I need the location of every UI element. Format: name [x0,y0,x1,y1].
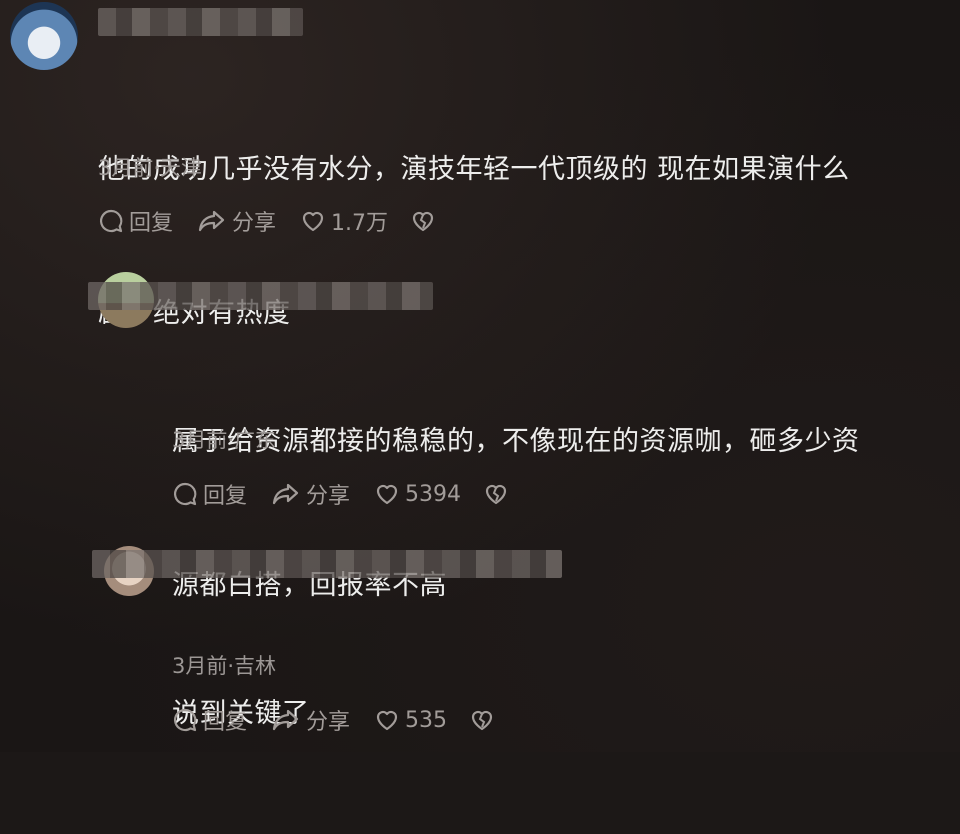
comment-actions: 回复 分享 5394 [172,478,538,510]
comment-text-line: 他的成功几乎没有水分，演技年轻一代顶级的 现在如果演什么 [98,154,850,185]
broken-heart-icon [485,484,507,505]
comment-actions: 回复 分享 1.7万 [98,205,465,237]
like-count: 535 [405,707,448,733]
share-label: 分享 [306,484,351,509]
share-button[interactable]: 分享 [197,205,276,237]
username-blurred[interactable] [92,550,562,578]
like-button[interactable]: 5394 [374,481,461,507]
dislike-button[interactable] [483,481,514,507]
share-arrow-icon [198,210,225,232]
comment-bubble-icon [174,482,197,506]
share-arrow-icon [272,483,299,505]
dislike-button[interactable] [469,707,500,733]
heart-icon [376,484,398,505]
heart-icon [376,710,398,731]
comment-meta: 3月前·天津 [98,156,203,180]
comment-bubble-icon [174,708,197,732]
broken-heart-icon [412,211,434,232]
username-blurred[interactable] [88,282,433,310]
reply-button[interactable]: 回复 [98,205,173,237]
like-count: 1.7万 [331,211,389,236]
username-blurred[interactable] [98,8,303,36]
like-count: 5394 [405,481,462,507]
reply-label: 回复 [203,710,248,735]
share-label: 分享 [232,211,277,236]
share-label: 分享 [306,710,351,735]
heart-icon [302,211,324,232]
like-button[interactable]: 535 [374,707,447,733]
dislike-button[interactable] [410,208,441,234]
comment-meta: 3月前·广东 [172,428,277,452]
reply-label: 回复 [203,484,248,509]
broken-heart-icon [471,710,493,731]
comment-bubble-icon [100,209,123,233]
share-button[interactable]: 分享 [271,478,350,510]
comment-actions: 回复 分享 535 [172,704,524,736]
comment-meta: 3月前·吉林 [172,654,277,678]
like-button[interactable]: 1.7万 [300,205,388,237]
share-arrow-icon [272,709,299,731]
reply-label: 回复 [129,211,174,236]
share-button[interactable]: 分享 [271,704,350,736]
reply-button[interactable]: 回复 [172,478,247,510]
reply-button[interactable]: 回复 [172,704,247,736]
avatar[interactable] [10,2,78,70]
